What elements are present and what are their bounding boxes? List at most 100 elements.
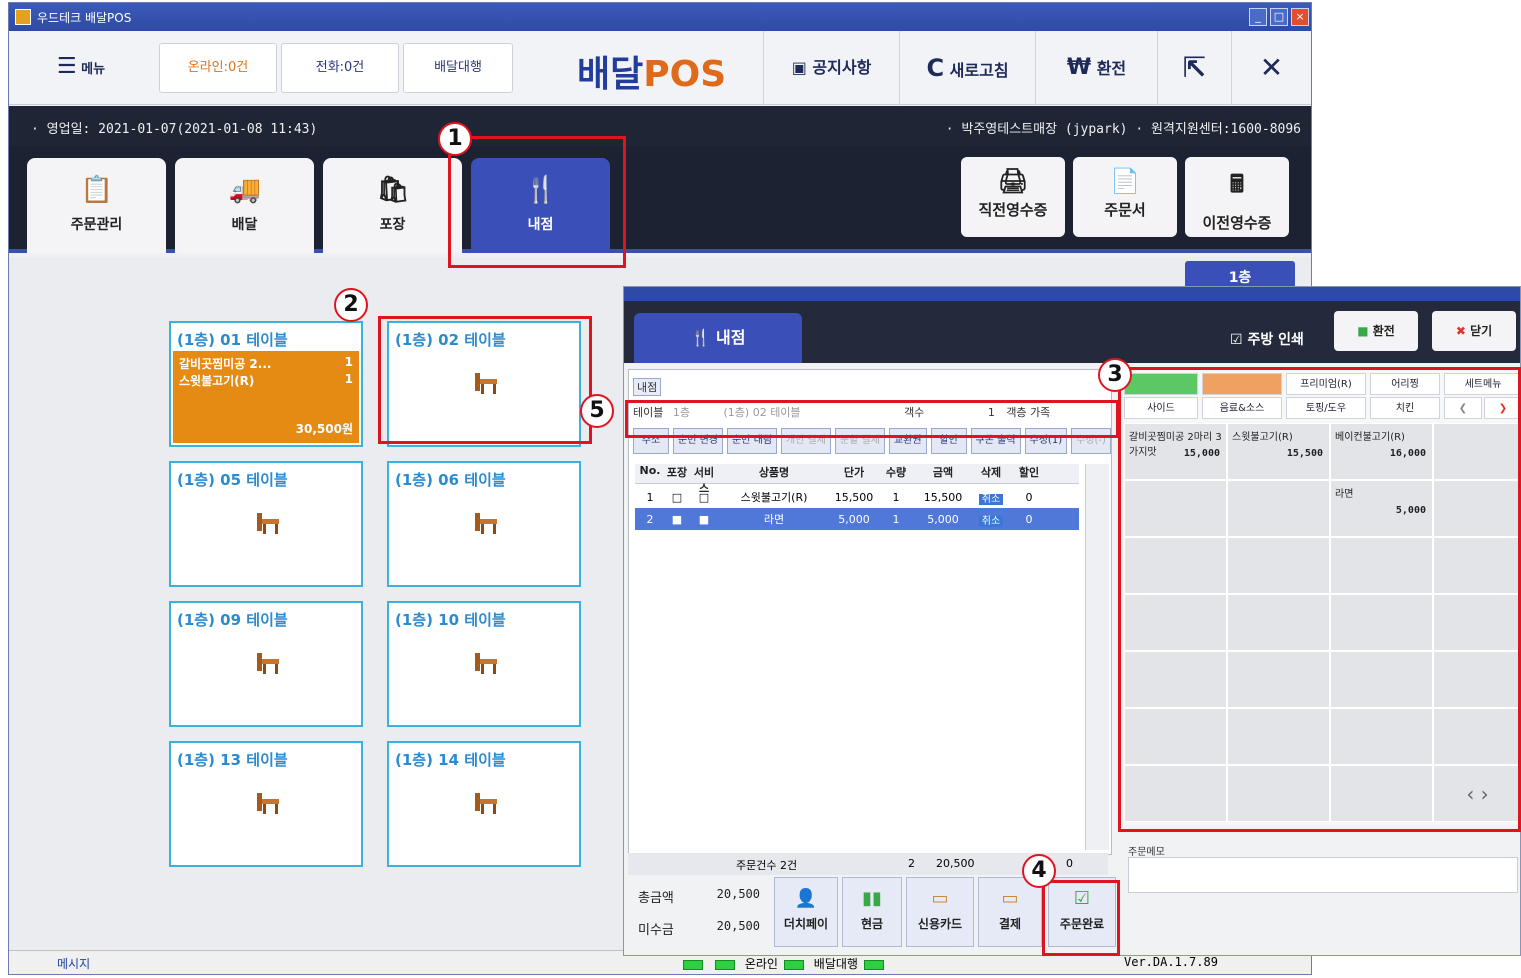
status-led (683, 959, 703, 970)
column-header: 금액 (932, 466, 954, 479)
delivery-led (863, 959, 884, 970)
tab-label: 주문관리 (70, 217, 123, 233)
last-receipt-button[interactable]: 🖨 직전영수증 (961, 157, 1065, 237)
order-sheet-button[interactable]: 📄 주문서 (1073, 157, 1177, 237)
service-checkbox[interactable]: □ (689, 491, 719, 504)
cutlery-icon: 🍴 (690, 328, 711, 347)
table-name: (1층) 06 테이블 (395, 471, 506, 489)
table-card[interactable]: (1층) 10 테이블 (387, 601, 581, 727)
order-item-qty: 1 (344, 355, 353, 369)
truck-icon: 🚚 (228, 175, 261, 205)
tab-order-management[interactable]: 📋 주문관리 (27, 158, 166, 253)
phone-orders-button[interactable]: 전화:0건 (281, 43, 399, 93)
dialog-exchange-button[interactable]: ■ 환전 (1334, 311, 1418, 351)
annotation-badge-5: 5 (580, 394, 614, 428)
menu-button[interactable]: ☰ 메뉴 (33, 43, 129, 93)
table-name: (1층) 13 테이블 (177, 751, 288, 769)
kitchen-print-checkbox[interactable]: ☑ 주방 인쇄 (1230, 329, 1304, 349)
menu-label: 메뉴 (81, 62, 106, 77)
previous-receipt-button[interactable]: 🖩 이전영수증 (1185, 157, 1289, 237)
brand-logo: 배달POS (577, 45, 726, 97)
column-header: 포장 (666, 466, 688, 479)
cancel-item-button[interactable]: 취소 (978, 515, 1004, 527)
unpaid-label: 미수금 (638, 923, 674, 938)
dialog-close-button[interactable]: ✖ 닫기 (1432, 311, 1516, 351)
column-header: 상품명 (758, 466, 790, 479)
tab-takeout[interactable]: 🛍 포장 (323, 158, 462, 253)
document-icon: 📄 (1110, 167, 1140, 195)
item-discount: 0 (1025, 512, 1033, 526)
item-amount: 5,000 (927, 512, 959, 526)
exchange-label: 환전 (1096, 59, 1127, 78)
order-item-name: 스윗불고기(R) (179, 374, 255, 388)
maximize-button[interactable]: □ (1270, 8, 1288, 26)
refresh-button[interactable]: C 새로고침 (899, 31, 1035, 105)
kitchen-print-label: 주방 인쇄 (1247, 332, 1304, 348)
item-qty: 1 (892, 512, 900, 526)
cancel-item-button[interactable]: 취소 (978, 493, 1004, 505)
delivery-agency-button[interactable]: 배달대행 (403, 43, 513, 93)
close-window-button[interactable]: × (1291, 8, 1309, 26)
table-chair-icon (253, 789, 281, 817)
hamburger-icon: ☰ (56, 54, 77, 79)
exit-button[interactable]: ✕ (1231, 31, 1311, 105)
table-total: 30,500원 (295, 422, 353, 436)
button-label: 현금 (860, 917, 884, 931)
grid-scrollbar[interactable] (1085, 464, 1109, 850)
takeout-checkbox[interactable]: ■ (665, 513, 689, 526)
status-led (715, 959, 735, 970)
order-item-name: 갈비곳찜미공 2... (179, 357, 272, 371)
dialog-tab-dine-in[interactable]: 🍴 내점 (634, 313, 802, 363)
checkbox-icon: ☑ (1230, 332, 1243, 348)
credit-card-button[interactable]: ▭ 신용카드 (906, 877, 974, 947)
pay-button[interactable]: ▭ 결제 (978, 877, 1042, 947)
person-icon: 👤 (794, 888, 818, 909)
memo-label: 주문메모 (1128, 847, 1165, 858)
table-card[interactable]: (1층) 13 테이블 (169, 741, 363, 867)
total-value: 20,500 (716, 887, 760, 901)
annotation-badge-2: 2 (334, 288, 368, 322)
item-name: 스윗불고기(R) (740, 491, 808, 504)
order-type-tag: 내점 (633, 378, 662, 396)
notice-button[interactable]: ▣ 공지사항 (763, 31, 899, 105)
column-header: 할인 (1018, 466, 1040, 479)
takeout-checkbox[interactable]: □ (665, 491, 689, 504)
online-status-label: 온라인 (744, 957, 778, 971)
table-card[interactable]: (1층) 01 테이블 갈비곳찜미공 2... 1 스윗불고기(R) 1 30,50… (169, 321, 363, 447)
table-card[interactable]: (1층) 14 테이블 (387, 741, 581, 867)
table-name: (1층) 14 테이블 (395, 751, 506, 769)
status-indicators: 온라인 배달대행 (677, 955, 890, 972)
annotation-box-5 (625, 400, 1119, 438)
minimize-pos-button[interactable]: ⇱ (1157, 31, 1231, 105)
item-price: 5,000 (838, 512, 870, 526)
cash-button[interactable]: ▮▮ 현금 (842, 877, 902, 947)
button-label: 결제 (998, 917, 1022, 931)
item-discount: 0 (1025, 490, 1033, 504)
message-label: 메시지 (57, 957, 91, 971)
order-memo-input[interactable] (1128, 857, 1518, 893)
row-number: 1 (646, 490, 654, 504)
service-checkbox[interactable]: ■ (689, 513, 719, 526)
cash-icon: ▮▮ (862, 888, 882, 909)
tab-label: 포장 (379, 217, 406, 233)
table-card[interactable]: (1층) 09 테이블 (169, 601, 363, 727)
order-row[interactable]: 1 □ □ 스윗불고기(R) 15,500 1 15,500 취소 0 (635, 486, 1079, 508)
order-item-qty: 1 (344, 372, 353, 386)
row-number: 2 (646, 512, 654, 526)
top-toolbar: ☰ 메뉴 온라인:0건 전화:0건 배달대행 배달POS ▣ 공지사항 C 새로… (9, 31, 1311, 105)
exchange-button[interactable]: ₩ 환전 (1035, 31, 1157, 105)
dialog-tab-label: 내점 (716, 328, 746, 347)
notice-label: 공지사항 (812, 58, 872, 77)
table-card[interactable]: (1층) 05 테이블 (169, 461, 363, 587)
annotation-badge-1: 1 (438, 122, 472, 156)
table-card[interactable]: (1층) 06 테이블 (387, 461, 581, 587)
tab-delivery[interactable]: 🚚 배달 (175, 158, 314, 253)
minimize-button[interactable]: _ (1249, 8, 1267, 26)
order-row[interactable]: 2 ■ ■ 라면 5,000 1 5,000 취소 0 (635, 508, 1079, 530)
table-chair-icon (253, 649, 281, 677)
amount-summary: 총금액 20,500 미수금 20,500 (628, 877, 768, 949)
dialog-header: 🍴 내점 ☑ 주방 인쇄 ■ 환전 ✖ 닫기 (624, 301, 1520, 363)
column-header: No. (639, 464, 661, 477)
dutch-pay-button[interactable]: 👤 더치페이 (774, 877, 838, 947)
online-orders-button[interactable]: 온라인:0건 (159, 43, 277, 93)
